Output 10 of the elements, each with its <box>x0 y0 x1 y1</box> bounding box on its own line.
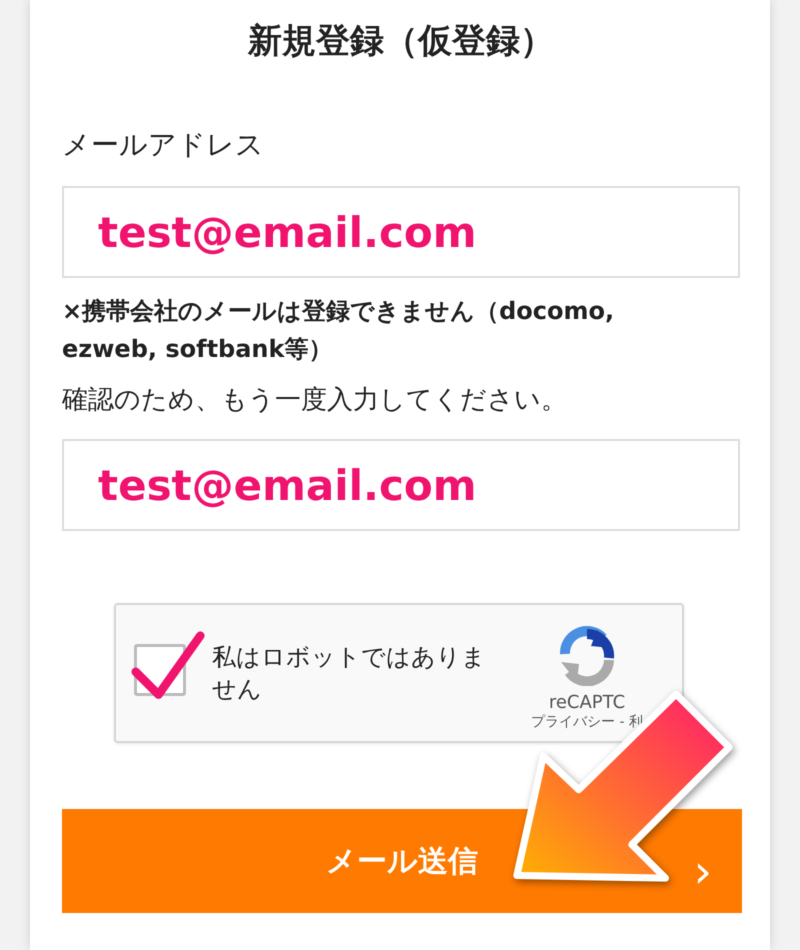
field-label: メールアドレス <box>62 127 265 163</box>
email-confirm-field[interactable]: test@email.com <box>62 439 740 531</box>
note-text: ×携帯会社のメールは登録できません（docomo, ezweb, softbank等） <box>62 296 616 365</box>
field-label: 確認のため、もう一度入力してください。 <box>62 384 568 417</box>
page-title: 新規登録（仮登録） <box>246 20 555 63</box>
captcha-logo-icon <box>557 626 617 686</box>
email-field[interactable]: test@email.com <box>62 186 740 278</box>
captcha-brand: reCAPTC <box>548 692 626 712</box>
chevron-icon: › <box>694 846 712 896</box>
captcha-label: 私はロボットではありません <box>212 642 487 705</box>
